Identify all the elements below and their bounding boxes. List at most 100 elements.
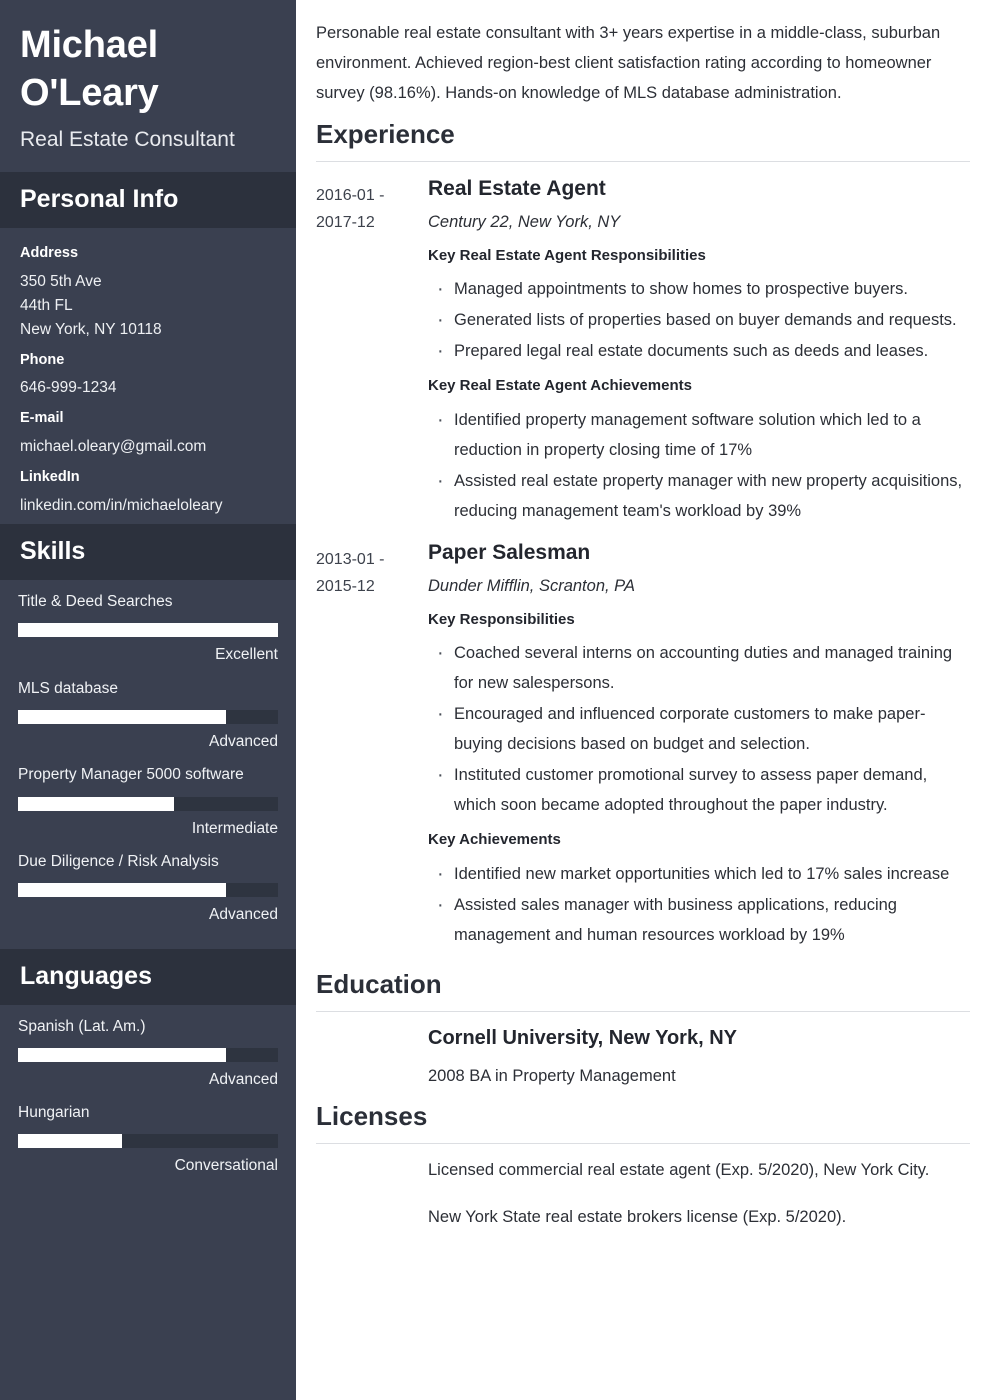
skill-item: Property Manager 5000 software Intermedi…	[18, 765, 278, 838]
skill-level-label: Excellent	[215, 646, 278, 664]
list-item: Encouraged and influenced corporate cust…	[428, 698, 970, 759]
date-end: 2015-12	[316, 578, 375, 596]
language-level-fill	[18, 1047, 226, 1062]
skill-name: Due Diligence / Risk Analysis	[18, 853, 219, 871]
list-item: Assisted real estate property manager wi…	[428, 465, 970, 526]
license-item: Licensed commercial real estate agent (E…	[428, 1161, 930, 1180]
experience-heading: Experience	[316, 119, 455, 150]
sidebar: Michael O'Leary Real Estate Consultant P…	[0, 0, 296, 1400]
skill-name: MLS database	[18, 679, 118, 697]
language-item: Hungarian Conversational	[18, 1103, 278, 1176]
experience-entry: 2016-01 - 2017-12 Real Estate Agent Cent…	[316, 176, 970, 536]
personal-info-body: Address 350 5th Ave 44th FL New York, NY…	[0, 228, 296, 524]
languages-body: Spanish (Lat. Am.) Advanced Hungarian Co…	[0, 1005, 296, 1200]
date-start: 2016-01 -	[316, 186, 385, 204]
language-name: Hungarian	[18, 1104, 90, 1122]
list-item: Prepared legal real estate documents suc…	[428, 335, 970, 367]
language-name: Spanish (Lat. Am.)	[18, 1017, 146, 1035]
personal-info-field: LinkedIn linkedin.com/in/michaeloleary	[20, 468, 276, 518]
language-level-bar	[18, 1134, 278, 1149]
linkedin-label: LinkedIn	[20, 469, 80, 486]
skill-name: Title & Deed Searches	[18, 592, 173, 610]
responsibilities-heading: Key Responsibilities	[428, 610, 575, 628]
skill-level-bar	[18, 623, 278, 638]
address-line-2: 44th FL	[20, 296, 73, 314]
skill-item: Due Diligence / Risk Analysis Advanced	[18, 852, 278, 925]
skill-level-fill	[18, 796, 174, 811]
address-line-1: 350 5th Ave	[20, 272, 102, 290]
section-divider	[316, 1010, 970, 1012]
job-company: Dunder Mifflin, Scranton, PA	[428, 577, 635, 596]
phone-value[interactable]: 646-999-1234	[20, 376, 276, 400]
skill-level-label: Intermediate	[191, 819, 278, 837]
skills-heading: Skills	[20, 537, 86, 566]
skills-body: Title & Deed Searches Excellent MLS data…	[0, 580, 296, 949]
responsibilities-list: Coached several interns on accounting du…	[428, 637, 970, 820]
list-item: Assisted sales manager with business app…	[428, 889, 970, 950]
experience-details: Real Estate Agent Century 22, New York, …	[428, 176, 970, 536]
education-heading: Education	[316, 968, 442, 999]
email-value[interactable]: michael.oleary@gmail.com	[20, 435, 276, 459]
achievements-list: Identified property management software …	[428, 404, 970, 526]
skill-item: Title & Deed Searches Excellent	[18, 592, 278, 665]
language-item: Spanish (Lat. Am.) Advanced	[18, 1017, 278, 1090]
list-item: Instituted customer promotional survey t…	[428, 759, 970, 820]
languages-heading: Languages	[20, 961, 152, 990]
address-line-3: New York, NY 10118	[20, 320, 162, 338]
list-item: Identified property management software …	[428, 404, 970, 465]
candidate-name: Michael O'Leary	[20, 24, 159, 114]
experience-dates: 2013-01 - 2015-12	[316, 540, 428, 960]
responsibilities-list: Managed appointments to show homes to pr…	[428, 273, 970, 367]
experience-section: Experience 2016-01 - 2017-12 Real Estate…	[316, 119, 970, 960]
experience-entry: 2013-01 - 2015-12 Paper Salesman Dunder …	[316, 540, 970, 960]
job-company: Century 22, New York, NY	[428, 213, 621, 232]
experience-dates: 2016-01 - 2017-12	[316, 176, 428, 536]
skill-level-bar	[18, 796, 278, 811]
candidate-job-title: Real Estate Consultant	[20, 127, 235, 151]
education-degree: 2008 BA in Property Management	[428, 1066, 676, 1085]
skill-item: MLS database Advanced	[18, 679, 278, 752]
sidebar-header: Michael O'Leary Real Estate Consultant	[0, 0, 296, 172]
licenses-heading: Licenses	[316, 1101, 428, 1132]
date-start: 2013-01 -	[316, 550, 385, 568]
personal-info-section-header: Personal Info	[0, 171, 296, 228]
skill-level-fill	[18, 883, 226, 898]
section-divider	[316, 1143, 970, 1145]
list-item: Managed appointments to show homes to pr…	[428, 273, 970, 305]
resume-document: Michael O'Leary Real Estate Consultant P…	[0, 0, 990, 1400]
main-content: Personable real estate consultant with 3…	[296, 0, 990, 1400]
language-level-fill	[18, 1134, 122, 1149]
education-entry: Cornell University, New York, NY 2008 BA…	[316, 1026, 970, 1089]
section-divider	[316, 160, 970, 162]
language-level-label: Conversational	[174, 1157, 278, 1175]
licenses-section: Licenses Licensed commercial real estate…	[316, 1102, 970, 1229]
skill-level-bar	[18, 883, 278, 898]
license-item: New York State real estate brokers licen…	[428, 1208, 847, 1227]
languages-section-header: Languages	[0, 948, 296, 1005]
linkedin-value[interactable]: linkedin.com/in/michaeloleary	[20, 494, 276, 518]
achievements-heading: Key Real Estate Agent Achievements	[428, 377, 692, 395]
job-role: Real Estate Agent	[428, 176, 606, 200]
list-item: Identified new market opportunities whic…	[428, 858, 970, 890]
job-role: Paper Salesman	[428, 540, 591, 564]
skill-level-label: Advanced	[209, 732, 278, 750]
personal-info-field: Phone 646-999-1234	[20, 351, 276, 401]
licenses-list: Licensed commercial real estate agent (E…	[316, 1158, 970, 1230]
skill-level-fill	[18, 623, 278, 638]
address-label: Address	[20, 244, 79, 261]
education-school: Cornell University, New York, NY	[428, 1026, 737, 1049]
skill-level-fill	[18, 709, 226, 724]
education-section: Education Cornell University, New York, …	[316, 968, 970, 1089]
date-end: 2017-12	[316, 214, 375, 232]
list-item: Coached several interns on accounting du…	[428, 637, 970, 698]
skill-level-label: Advanced	[209, 906, 278, 924]
achievements-list: Identified new market opportunities whic…	[428, 858, 970, 950]
list-item: Generated lists of properties based on b…	[428, 304, 970, 336]
experience-details: Paper Salesman Dunder Mifflin, Scranton,…	[428, 540, 970, 960]
skill-level-bar	[18, 709, 278, 724]
skills-section-header: Skills	[0, 524, 296, 580]
personal-info-field: E-mail michael.oleary@gmail.com	[20, 409, 276, 459]
personal-info-field: Address 350 5th Ave 44th FL New York, NY…	[20, 244, 276, 342]
language-level-bar	[18, 1047, 278, 1062]
achievements-heading: Key Achievements	[428, 831, 561, 849]
